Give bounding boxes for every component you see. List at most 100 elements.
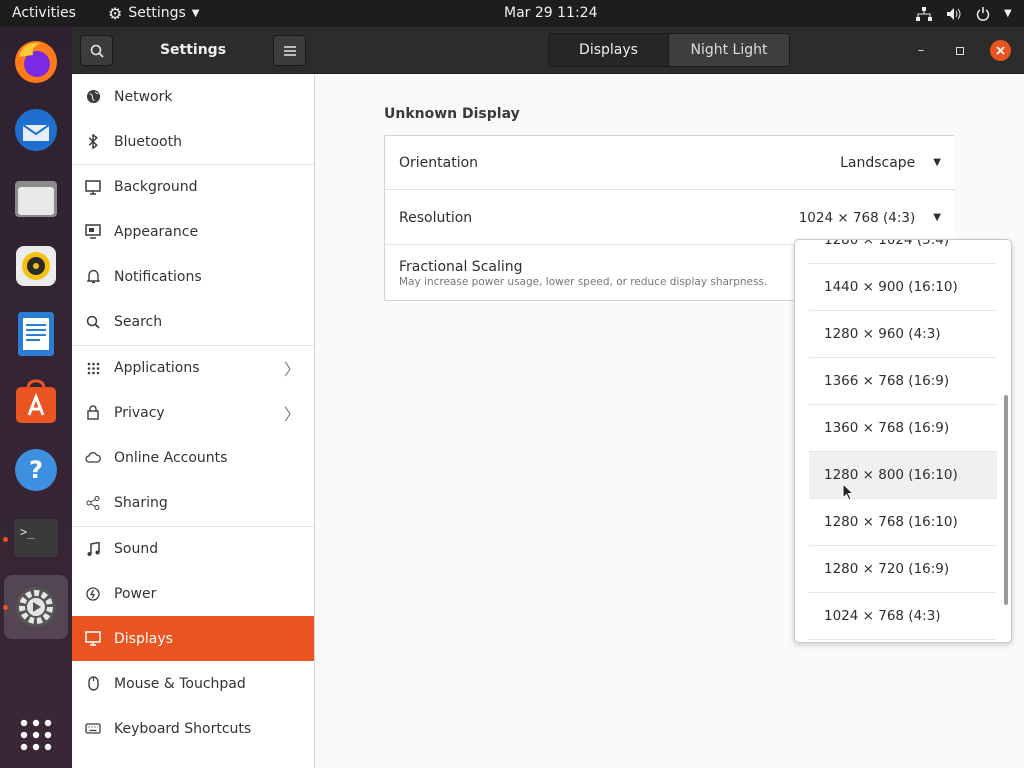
running-indicator	[3, 537, 8, 542]
bell-icon	[72, 269, 114, 284]
sidebar-item-label: Sound	[114, 541, 159, 557]
display-section-title: Unknown Display	[384, 106, 520, 122]
tab-displays[interactable]: Displays	[549, 34, 669, 66]
chevron-right-icon: 〉	[284, 404, 301, 424]
sidebar-item-displays[interactable]: Displays	[72, 616, 314, 661]
resolution-dropdown: 1280 × 1024 (5:4) 1440 × 900 (16:10) 128…	[794, 239, 1012, 643]
bluetooth-icon	[72, 134, 114, 149]
top-bar: Activities ⚙ Settings ▼ Mar 29 11:24 ▼	[0, 0, 1024, 27]
sidebar-item-label: Background	[114, 179, 198, 195]
resolution-value: 1024 × 768 (4:3)	[798, 209, 916, 226]
firefox-icon[interactable]	[10, 36, 62, 88]
resolution-option[interactable]: 1280 × 1024 (5:4)	[809, 240, 997, 264]
orientation-label: Orientation	[399, 154, 479, 171]
resolution-option[interactable]: 1280 × 768 (16:10)	[809, 499, 997, 546]
sidebar-item-appearance[interactable]: Appearance	[72, 209, 314, 254]
close-button[interactable]	[990, 40, 1011, 61]
music-note-icon	[72, 541, 114, 557]
keyboard-icon	[72, 723, 114, 734]
sidebar-item-privacy[interactable]: Privacy 〉	[72, 390, 314, 435]
app-menu-label: Settings	[128, 5, 186, 21]
maximize-icon	[956, 46, 964, 55]
resolution-option[interactable]: 1024 × 768 (4:3)	[809, 593, 997, 640]
grid-icon	[72, 362, 114, 375]
sidebar-item-bluetooth[interactable]: Bluetooth	[72, 119, 314, 164]
clock[interactable]: Mar 29 11:24	[504, 0, 597, 27]
app-menu[interactable]: ⚙ Settings ▼	[108, 0, 199, 27]
search-icon	[90, 44, 104, 58]
resolution-option[interactable]: 1360 × 768 (16:9)	[809, 405, 997, 452]
dropdown-arrow-icon: ▼	[933, 212, 941, 223]
libreoffice-writer-icon[interactable]	[10, 308, 62, 360]
globe-icon	[72, 89, 114, 104]
sidebar-item-notifications[interactable]: Notifications	[72, 254, 314, 299]
minimize-button[interactable]: –	[911, 41, 931, 61]
minimize-icon: –	[917, 43, 925, 58]
sidebar-item-label: Online Accounts	[114, 449, 228, 466]
sidebar-item-keyboard-shortcuts[interactable]: Keyboard Shortcuts	[72, 706, 314, 751]
chevron-down-icon: ▼	[191, 8, 200, 19]
gear-icon: ⚙	[108, 4, 123, 23]
resolution-option[interactable]: 1280 × 720 (16:9)	[809, 546, 997, 593]
search-icon	[72, 315, 114, 329]
hamburger-menu-button[interactable]	[273, 35, 306, 66]
sidebar-item-network[interactable]: Network	[72, 74, 314, 119]
display-icon	[72, 631, 114, 646]
view-switcher: Displays Night Light	[548, 33, 790, 67]
volume-icon	[947, 7, 961, 20]
power-icon	[72, 586, 114, 601]
monitor-icon	[72, 179, 114, 195]
orientation-row[interactable]: Orientation Landscape ▼	[385, 136, 955, 190]
terminal-icon[interactable]: >_	[10, 512, 62, 564]
sidebar-item-label: Network	[114, 88, 173, 105]
sidebar-item-label: Search	[114, 313, 163, 330]
chevron-right-icon: 〉	[284, 360, 301, 379]
mouse-icon	[72, 676, 114, 691]
software-store-icon[interactable]	[10, 376, 62, 428]
sidebar-item-label: Sharing	[114, 494, 168, 511]
sidebar-item-sharing[interactable]: Sharing	[72, 480, 314, 525]
sidebar-item-background[interactable]: Background	[72, 164, 314, 209]
search-button[interactable]	[80, 35, 113, 66]
sidebar-item-sound[interactable]: Sound	[72, 526, 314, 571]
lock-icon	[72, 405, 114, 420]
thunderbird-icon[interactable]	[10, 104, 62, 156]
sidebar-item-label: Applications	[114, 360, 200, 376]
system-menu[interactable]: ▼	[916, 0, 1012, 27]
resolution-label: Resolution	[399, 209, 473, 226]
files-icon[interactable]	[10, 172, 62, 224]
resolution-option[interactable]: 1280 × 800 (16:10)	[809, 452, 997, 499]
power-icon	[976, 6, 990, 21]
sidebar-item-power[interactable]: Power	[72, 571, 314, 616]
sidebar-item-label: Keyboard Shortcuts	[114, 720, 252, 737]
resolution-row[interactable]: Resolution 1024 × 768 (4:3) ▼	[385, 191, 955, 245]
settings-app-icon[interactable]	[10, 581, 62, 633]
sidebar-item-applications[interactable]: Applications 〉	[72, 345, 314, 390]
fractional-scaling-label: Fractional Scaling	[399, 258, 523, 275]
rhythmbox-icon[interactable]	[10, 240, 62, 292]
resolution-option[interactable]: 1280 × 960 (4:3)	[809, 311, 997, 358]
show-applications-icon[interactable]	[10, 709, 62, 761]
sidebar-item-online-accounts[interactable]: Online Accounts	[72, 435, 314, 480]
svg-text:>_: >_	[20, 525, 35, 539]
hamburger-icon	[283, 45, 296, 56]
resolution-option[interactable]: 1440 × 900 (16:10)	[809, 264, 997, 311]
sidebar-item-mouse-touchpad[interactable]: Mouse & Touchpad	[72, 661, 314, 706]
help-icon[interactable]: ?	[10, 444, 62, 496]
activities-button[interactable]: Activities	[12, 0, 76, 27]
sidebar-item-label: Appearance	[114, 223, 199, 240]
appearance-icon	[72, 224, 114, 239]
dropdown-scrollbar[interactable]	[1004, 395, 1008, 605]
tab-night-light[interactable]: Night Light	[669, 34, 789, 66]
sidebar-item-label: Displays	[114, 630, 173, 647]
resolution-option[interactable]: 1366 × 768 (16:9)	[809, 358, 997, 405]
maximize-button[interactable]	[950, 41, 970, 61]
mouse-pointer-icon	[842, 483, 854, 501]
chevron-down-icon: ▼	[1004, 8, 1012, 19]
dock: ? >_	[0, 27, 72, 768]
dropdown-arrow-icon: ▼	[933, 157, 941, 168]
sidebar-item-search[interactable]: Search	[72, 299, 314, 344]
running-indicator	[3, 605, 8, 610]
sidebar-item-label: Privacy	[114, 404, 165, 421]
orientation-value: Landscape	[840, 154, 916, 171]
